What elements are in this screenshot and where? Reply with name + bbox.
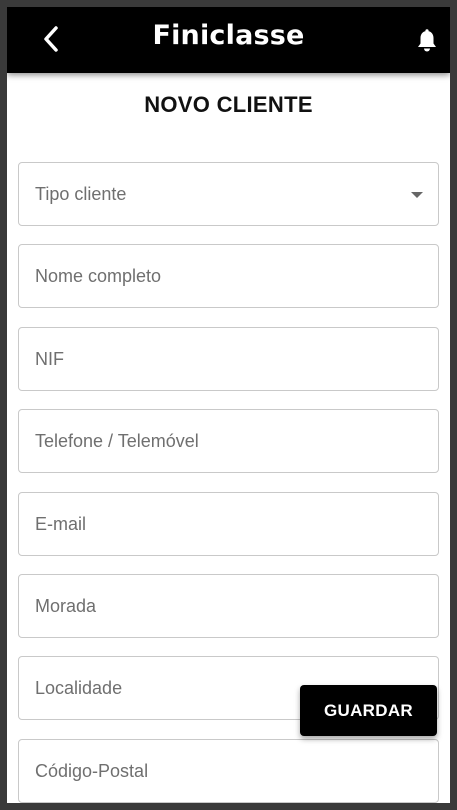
nif-input[interactable] xyxy=(19,328,438,390)
client-type-select[interactable]: Tipo cliente xyxy=(18,162,439,226)
brand-logo: Finiclasse xyxy=(152,20,305,51)
address-input[interactable] xyxy=(19,575,438,637)
email-input[interactable] xyxy=(19,493,438,555)
notifications-button[interactable] xyxy=(411,25,443,57)
phone-input[interactable] xyxy=(19,410,438,472)
client-type-placeholder: Tipo cliente xyxy=(35,184,127,204)
postal-code-input[interactable] xyxy=(19,740,438,802)
nif-field xyxy=(18,327,439,391)
dropdown-arrow-icon xyxy=(411,192,423,198)
email-field xyxy=(18,492,439,556)
phone-field xyxy=(18,409,439,473)
postal-code-field xyxy=(18,739,439,803)
full-name-field xyxy=(18,244,439,308)
address-field xyxy=(18,574,439,638)
full-name-input[interactable] xyxy=(19,245,438,307)
page-title: NOVO CLIENTE xyxy=(144,92,313,117)
app-bar: Finiclasse xyxy=(7,7,450,73)
app-screen: Finiclasse NOVO CLIENTE Tipo cliente GUA xyxy=(7,7,450,803)
save-button[interactable]: GUARDAR xyxy=(300,685,437,736)
bell-icon xyxy=(418,29,436,52)
